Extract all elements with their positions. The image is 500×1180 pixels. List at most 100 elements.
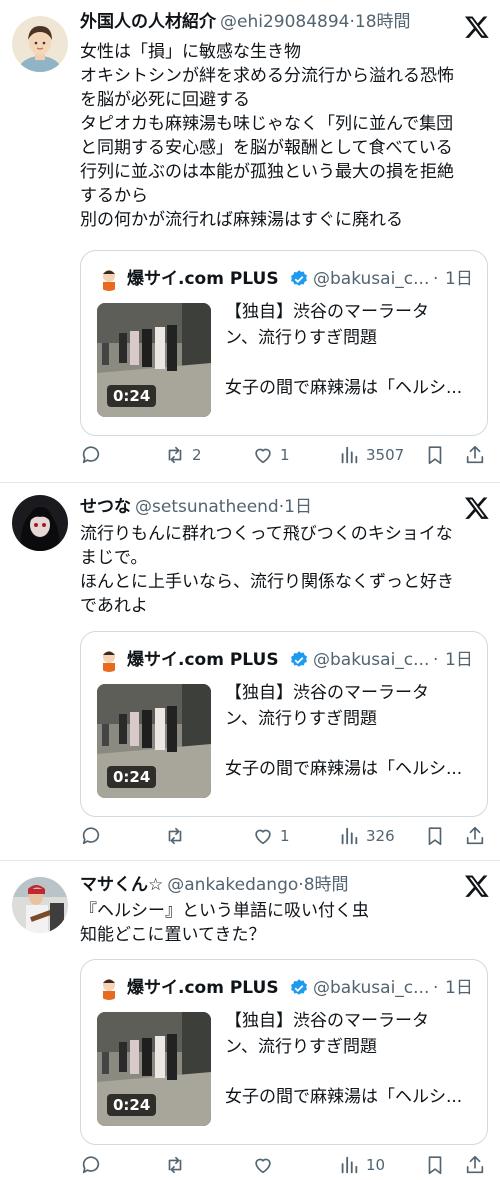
views-button[interactable]: 326 [338,822,395,850]
quote-tweet[interactable]: 爆サイ.com PLUS @bakusai_c... · 1日 0:24 【独自… [80,959,488,1145]
quote-description: 女子の間で麻辣湯は「ヘルシ... [225,1087,463,1107]
views-icon [341,446,358,464]
avatar[interactable] [12,16,68,72]
author-name[interactable]: マサくん☆ [80,875,163,895]
tweet-actions: 2 1 3507 [80,441,490,469]
tweet-header: マサくん☆ @ankakedango·8時間 [80,871,349,899]
quote-title: 【独自】渋谷のマーラータ ン、流行りすぎ問題 [225,680,475,732]
title-line: ン、流行りすぎ問題 [225,1037,377,1057]
quote-tweet[interactable]: 爆サイ.com PLUS @bakusai_c... · 1日 0:24 【独自… [80,631,488,817]
quote-author-handle: @bakusai_c... [313,978,430,998]
reply-button[interactable] [80,441,108,469]
video-thumbnail[interactable]: 0:24 [97,1012,211,1126]
tweet-2[interactable]: せつな @setsunatheend·1日 流行りもんに群れつくって飛びつくのキシ… [0,483,500,860]
x-logo-icon [464,14,490,40]
quote-description: 女子の間で麻辣湯は「ヘルシ... [225,759,463,779]
text-line: タピオカも麻辣湯も味じゃなく「列に並んで集団 [80,114,454,134]
retweet-icon [168,827,182,845]
tweet-header: 外国人の人材紹介 @ehi29084894·18時間 [80,8,411,36]
retweet-button[interactable] [164,822,192,850]
title-line: 【独自】渋谷のマーラータ [225,683,429,703]
like-count: 1 [280,446,290,464]
separator: · [433,650,439,670]
video-duration: 0:24 [107,385,157,407]
tweet-text: 『ヘルシー』という単語に吸い付く虫 知能どこに置いてきた？ [80,899,480,947]
author-handle[interactable]: @setsunatheend [135,497,279,517]
bookmark-icon [428,446,442,465]
text-line: 行列に並ぶのは本能が孤独という最大の損を拒絶 [80,162,454,182]
like-button[interactable]: 1 [252,822,290,850]
quote-timestamp: 1日 [445,978,473,998]
quote-author-handle: @bakusai_c... [313,650,430,670]
share-button[interactable] [464,1151,486,1179]
text-line: であれよ [80,596,148,616]
bookmark-button[interactable] [424,822,446,850]
title-line: ン、流行りすぎ問題 [225,709,377,729]
quote-timestamp: 1日 [445,269,473,289]
video-thumbnail[interactable]: 0:24 [97,303,211,417]
title-line: 【独自】渋谷のマーラータ [225,1011,429,1031]
views-icon [341,827,358,845]
text-line: 女性は「損」に敏感な生き物 [80,42,301,62]
heart-icon [255,829,271,845]
quote-description: 女子の間で麻辣湯は「ヘルシ... [225,378,463,398]
quote-author-name: 爆サイ.com PLUS [127,650,279,670]
tweet-actions: 1 326 [80,822,490,850]
avatar[interactable] [12,495,68,551]
views-button[interactable]: 10 [338,1151,385,1179]
heart-icon [255,448,271,464]
bookmark-button[interactable] [424,1151,446,1179]
quote-author-name: 爆サイ.com PLUS [127,978,279,998]
x-logo-icon [464,495,490,521]
quote-avatar [97,976,121,1000]
quote-avatar [97,267,121,291]
share-button[interactable] [464,441,486,469]
text-line: ほんとに上手いなら、流行り関係なくずっと好き [80,572,454,592]
views-icon [341,1156,358,1174]
timestamp[interactable]: 1日 [284,497,312,517]
like-button[interactable] [252,1151,280,1179]
retweet-icon [168,1156,182,1174]
separator: · [433,978,439,998]
like-count: 1 [280,827,290,845]
text-line: まじで。 [80,548,148,568]
text-line: 流行りもんに群れつくって飛びつくのキショイな [80,524,453,544]
author-name[interactable]: せつな [80,497,131,517]
text-line: 『ヘルシー』という単語に吸い付く虫 [80,901,369,921]
quote-author-handle: @bakusai_c... [313,269,430,289]
quote-title: 【独自】渋谷のマーラータ ン、流行りすぎ問題 [225,299,475,351]
timestamp[interactable]: 18時間 [355,12,411,32]
avatar[interactable] [12,877,68,933]
video-thumbnail[interactable]: 0:24 [97,684,211,798]
views-button[interactable]: 3507 [338,441,404,469]
quote-tweet[interactable]: 爆サイ.com PLUS @bakusai_c... · 1日 0:24 【独自… [80,250,488,436]
share-icon [466,1155,484,1174]
share-icon [466,826,484,845]
retweet-button[interactable] [164,1151,192,1179]
tweet-text: 流行りもんに群れつくって飛びつくのキショイな まじで。 ほんとに上手いなら、流行… [80,522,480,618]
separator: · [433,269,439,289]
title-line: 【独自】渋谷のマーラータ [225,302,429,322]
author-handle[interactable]: @ankakedango [167,875,298,895]
bookmark-button[interactable] [424,441,446,469]
retweet-button[interactable]: 2 [164,441,202,469]
reply-button[interactable] [80,822,108,850]
quote-author-name: 爆サイ.com PLUS [127,269,279,289]
text-line: 知能どこに置いてきた？ [80,925,266,945]
x-logo-icon [464,873,490,899]
share-button[interactable] [464,822,486,850]
video-duration: 0:24 [107,766,157,788]
retweet-icon [168,446,182,464]
timestamp[interactable]: 8時間 [304,875,349,895]
like-button[interactable]: 1 [252,441,290,469]
heart-icon [255,1158,271,1174]
tweet-3[interactable]: マサくん☆ @ankakedango·8時間 『ヘルシー』という単語に吸い付く虫 … [0,861,500,1180]
verified-badge-icon [289,269,309,289]
author-handle[interactable]: @ehi29084894 [220,12,349,32]
author-name[interactable]: 外国人の人材紹介 [80,12,216,32]
tweet-header: せつな @setsunatheend·1日 [80,493,312,521]
tweet-actions: 10 [80,1151,490,1179]
reply-button[interactable] [80,1151,108,1179]
tweet-1[interactable]: 外国人の人材紹介 @ehi29084894·18時間 女性は「損」に敏感な生き物 … [0,0,500,482]
text-line: と同期する安心感」を脳が報酬として食べている [80,138,453,158]
